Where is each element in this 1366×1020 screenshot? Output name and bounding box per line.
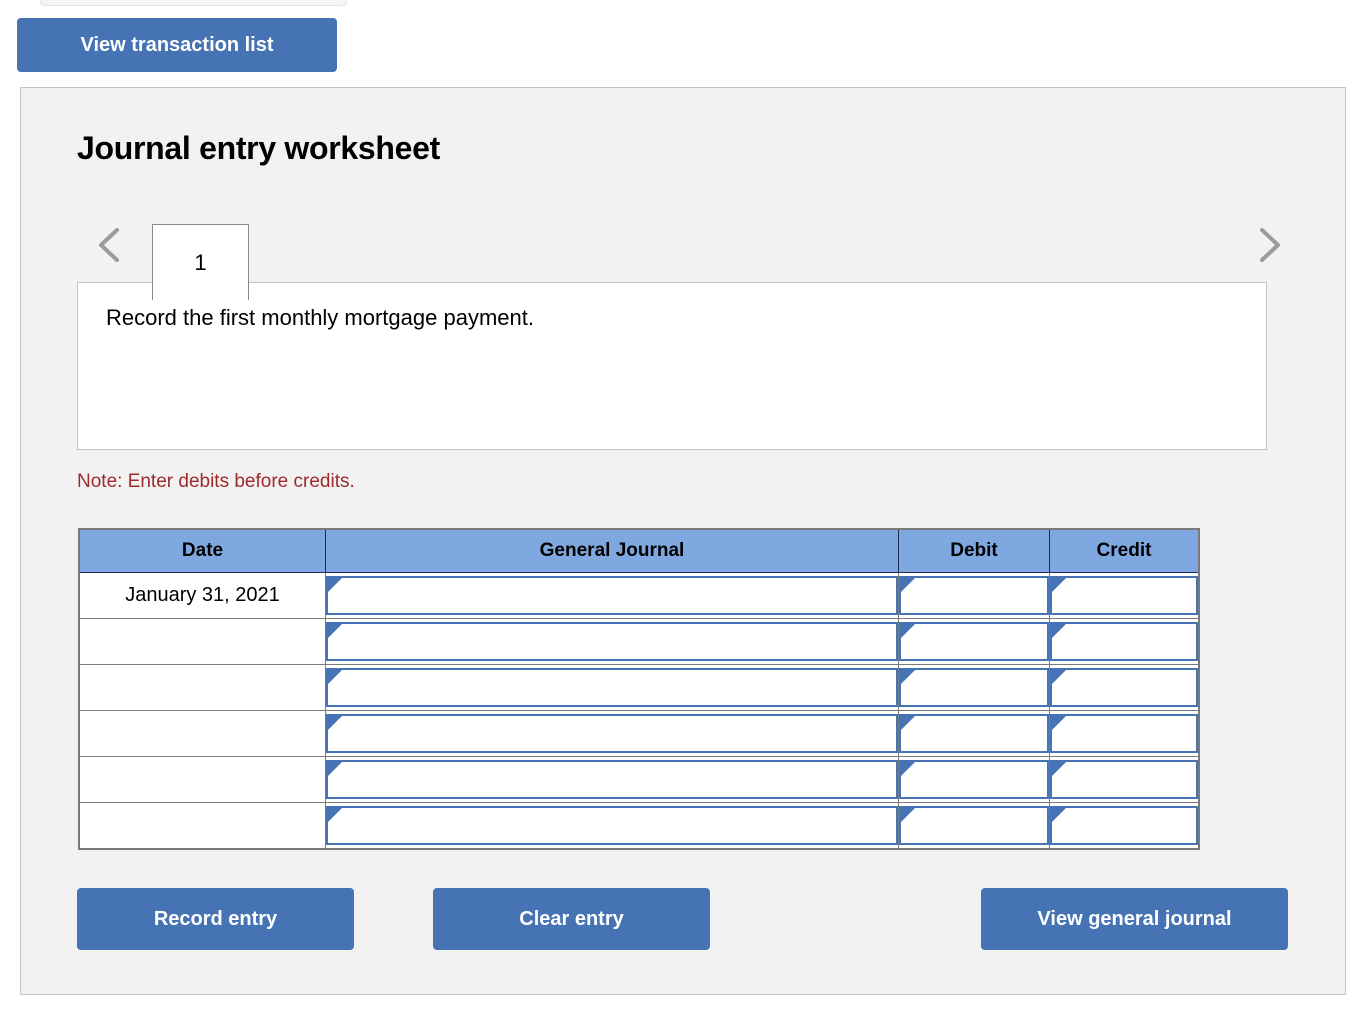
- table-row: January 31, 2021: [78, 572, 1200, 619]
- cell-date[interactable]: [78, 618, 326, 665]
- journal-entry-worksheet-panel: Journal entry worksheet 1 Record the fir…: [20, 87, 1346, 995]
- cell-credit-dropdown[interactable]: [1050, 668, 1198, 707]
- cell-general-journal-dropdown[interactable]: [326, 622, 898, 661]
- table-row: [78, 710, 1200, 757]
- entry-description-box: Record the first monthly mortgage paymen…: [77, 282, 1267, 450]
- view-general-journal-button[interactable]: View general journal: [981, 888, 1288, 950]
- dropdown-caret-icon: [900, 623, 916, 639]
- cell-date[interactable]: [78, 664, 326, 711]
- debits-before-credits-note: Note: Enter debits before credits.: [77, 471, 355, 492]
- table-row: [78, 802, 1200, 850]
- cell-general-journal: [325, 664, 899, 711]
- cell-credit: [1049, 618, 1200, 665]
- dropdown-caret-icon: [900, 715, 916, 731]
- cell-debit-dropdown[interactable]: [899, 622, 1049, 661]
- cell-credit-dropdown[interactable]: [1050, 760, 1198, 799]
- column-header-debit: Debit: [898, 528, 1050, 573]
- cell-credit: [1049, 756, 1200, 803]
- column-header-credit: Credit: [1049, 528, 1200, 573]
- cell-general-journal: [325, 802, 899, 850]
- dropdown-caret-icon: [327, 715, 343, 731]
- cell-credit-dropdown[interactable]: [1050, 576, 1198, 615]
- cell-general-journal: [325, 618, 899, 665]
- cell-general-journal-dropdown[interactable]: [326, 576, 898, 615]
- dropdown-caret-icon: [327, 761, 343, 777]
- dropdown-caret-icon: [1051, 715, 1067, 731]
- dropdown-caret-icon: [1051, 623, 1067, 639]
- cell-credit: [1049, 664, 1200, 711]
- record-entry-button[interactable]: Record entry: [77, 888, 354, 950]
- cell-general-journal-dropdown[interactable]: [326, 760, 898, 799]
- clear-entry-button[interactable]: Clear entry: [433, 888, 710, 950]
- cell-debit-dropdown[interactable]: [899, 714, 1049, 753]
- dropdown-caret-icon: [1051, 577, 1067, 593]
- journal-entry-table: Date General Journal Debit Credit Januar…: [78, 528, 1200, 850]
- view-transaction-list-button[interactable]: View transaction list: [17, 18, 337, 72]
- dropdown-caret-icon: [327, 623, 343, 639]
- dropdown-caret-icon: [1051, 761, 1067, 777]
- entry-description-text: Record the first monthly mortgage paymen…: [106, 305, 534, 330]
- column-header-date: Date: [78, 528, 326, 573]
- cell-general-journal: [325, 572, 899, 619]
- cell-date[interactable]: January 31, 2021: [78, 572, 326, 619]
- cell-general-journal: [325, 756, 899, 803]
- cell-debit-dropdown[interactable]: [899, 668, 1049, 707]
- cut-off-top-bar: [40, 0, 347, 6]
- cell-credit-dropdown[interactable]: [1050, 622, 1198, 661]
- table-row: [78, 664, 1200, 711]
- cell-debit: [898, 572, 1050, 619]
- dropdown-caret-icon: [1051, 807, 1067, 823]
- cell-credit-dropdown[interactable]: [1050, 806, 1198, 845]
- cell-general-journal-dropdown[interactable]: [326, 714, 898, 753]
- table-header-row: Date General Journal Debit Credit: [78, 528, 1200, 573]
- cell-general-journal-dropdown[interactable]: [326, 806, 898, 845]
- cell-credit-dropdown[interactable]: [1050, 714, 1198, 753]
- cell-debit: [898, 618, 1050, 665]
- cell-date[interactable]: [78, 802, 326, 850]
- cell-debit-dropdown[interactable]: [899, 806, 1049, 845]
- cell-debit: [898, 710, 1050, 757]
- table-row: [78, 618, 1200, 665]
- dropdown-caret-icon: [900, 669, 916, 685]
- cell-debit-dropdown[interactable]: [899, 576, 1049, 615]
- dropdown-caret-icon: [900, 761, 916, 777]
- dropdown-caret-icon: [900, 807, 916, 823]
- dropdown-caret-icon: [900, 577, 916, 593]
- table-row: [78, 756, 1200, 803]
- cell-debit: [898, 664, 1050, 711]
- chevron-right-icon[interactable]: [1251, 222, 1287, 268]
- cell-general-journal-dropdown[interactable]: [326, 668, 898, 707]
- tab-entry-1[interactable]: 1: [152, 224, 249, 300]
- cell-debit: [898, 802, 1050, 850]
- dropdown-caret-icon: [327, 669, 343, 685]
- cell-credit: [1049, 802, 1200, 850]
- worksheet-tab-strip: 1: [21, 206, 1345, 300]
- cell-debit-dropdown[interactable]: [899, 760, 1049, 799]
- tab-label: 1: [194, 249, 207, 275]
- cell-general-journal: [325, 710, 899, 757]
- dropdown-caret-icon: [327, 807, 343, 823]
- chevron-left-icon[interactable]: [92, 222, 128, 268]
- dropdown-caret-icon: [1051, 669, 1067, 685]
- column-header-general-journal: General Journal: [325, 528, 899, 573]
- cell-credit: [1049, 572, 1200, 619]
- cell-date[interactable]: [78, 756, 326, 803]
- cell-date[interactable]: [78, 710, 326, 757]
- dropdown-caret-icon: [327, 577, 343, 593]
- cell-debit: [898, 756, 1050, 803]
- page-title: Journal entry worksheet: [77, 130, 440, 166]
- cell-credit: [1049, 710, 1200, 757]
